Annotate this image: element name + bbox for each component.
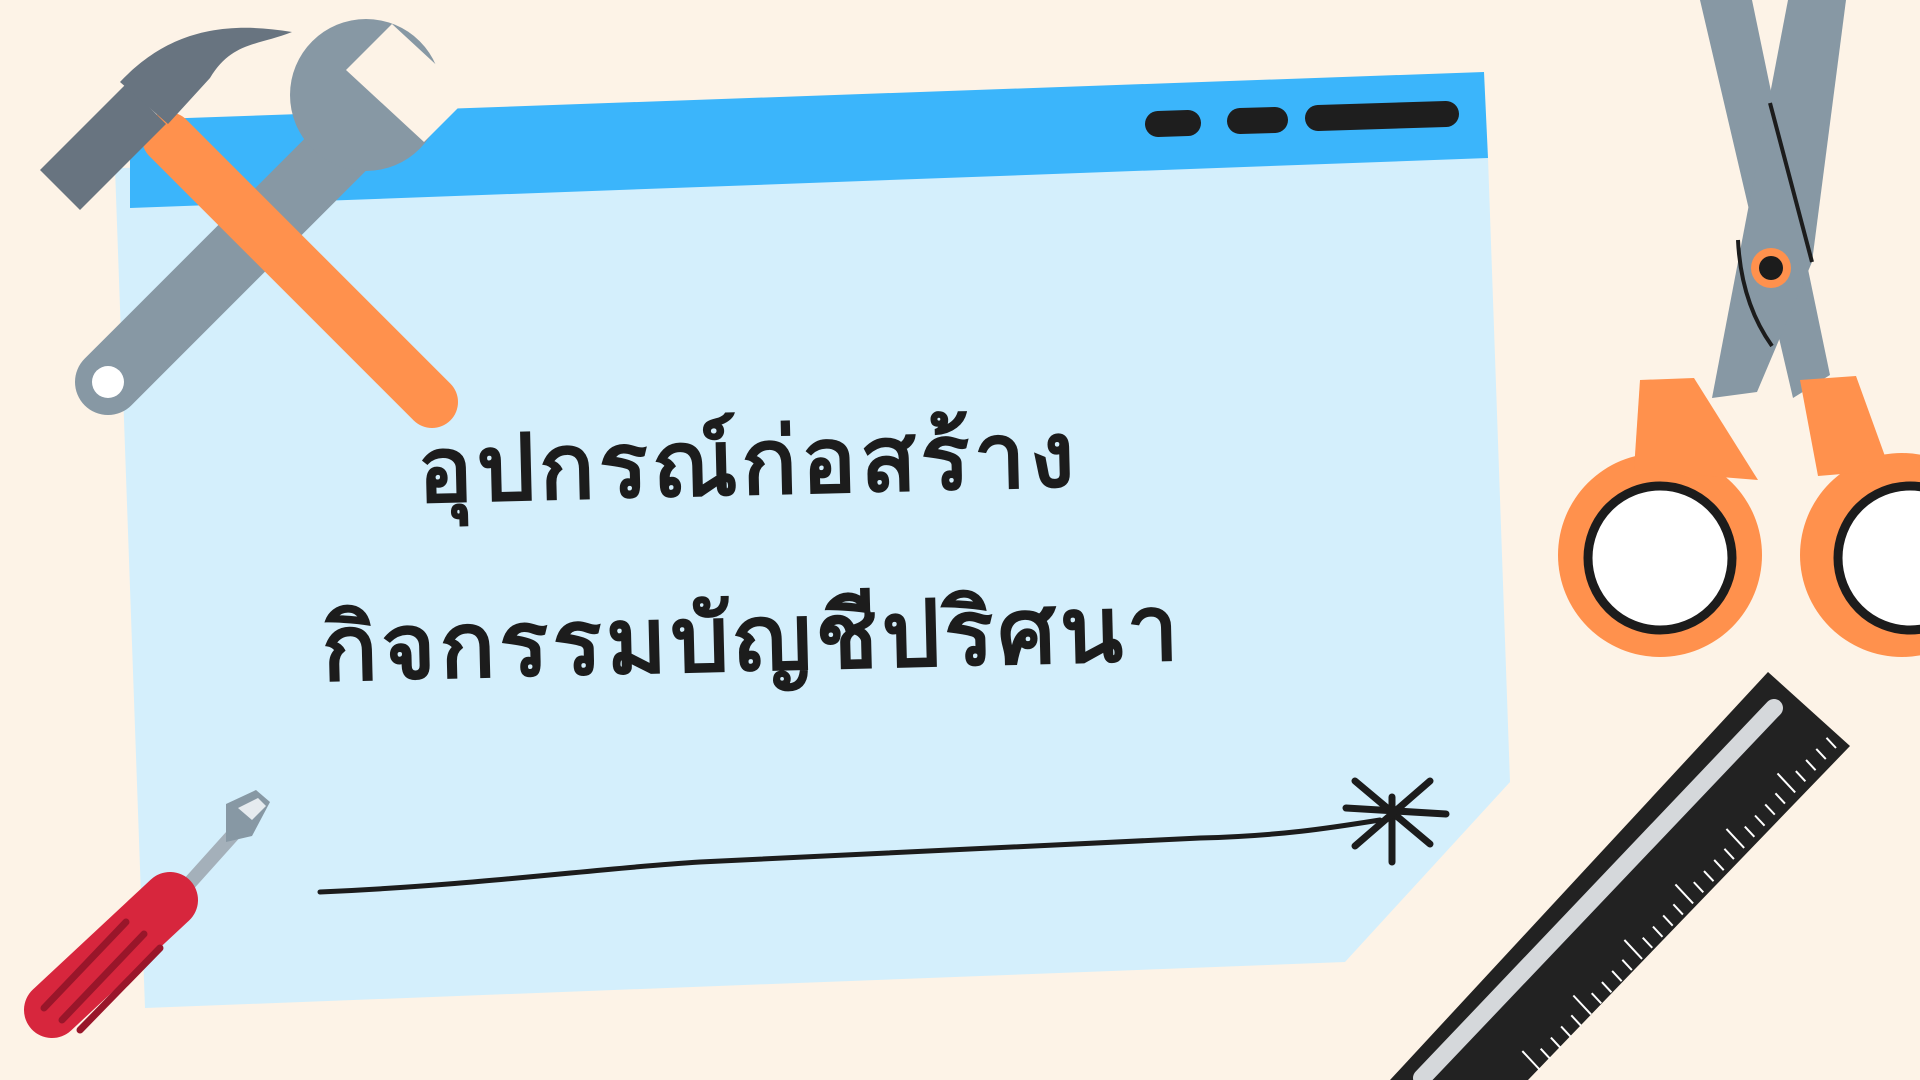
slide-canvas: อุปกรณ์ก่อสร้าง กิจกรรมบัญชีปริศนา (0, 0, 1920, 1080)
title-line-1: อุปกรณ์ก่อสร้าง (416, 400, 1080, 525)
title-block: อุปกรณ์ก่อสร้าง กิจกรรมบัญชีปริศนา (176, 361, 1324, 741)
title-line-2: กิจกรรมบัญชีปริศนา (320, 574, 1184, 703)
